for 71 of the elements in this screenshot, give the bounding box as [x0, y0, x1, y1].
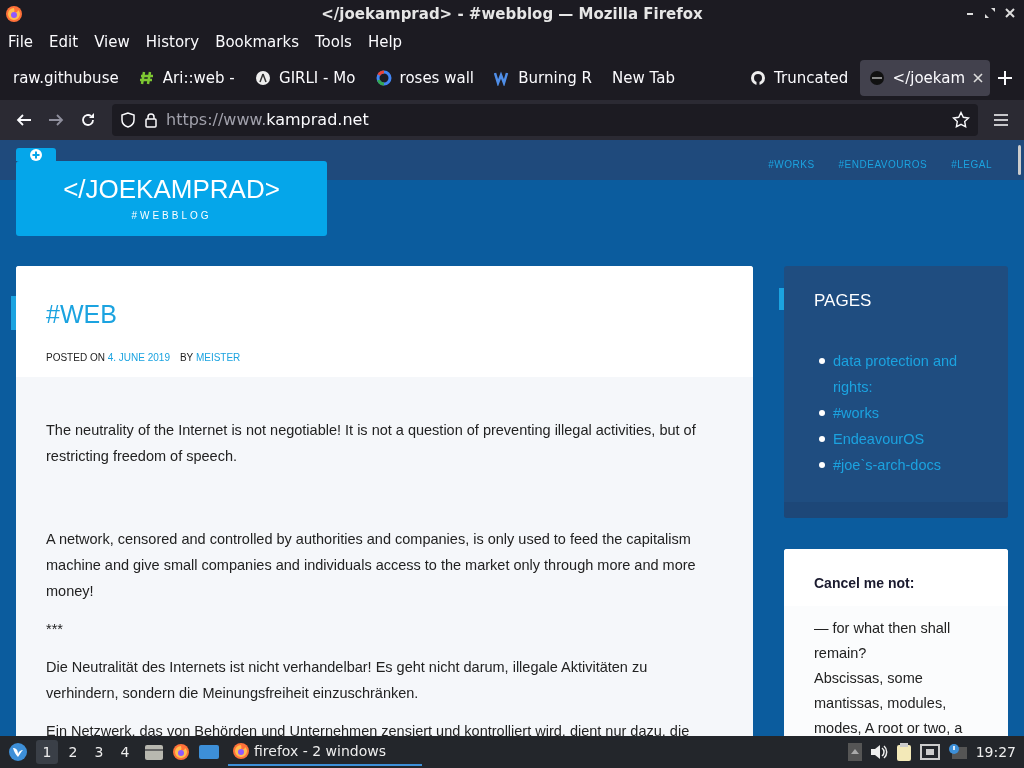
- new-tab-icon[interactable]: [998, 71, 1012, 85]
- back-icon[interactable]: [16, 112, 32, 128]
- firefox-icon: [232, 742, 250, 760]
- browser-tab[interactable]: raw.githubuse: [4, 60, 126, 96]
- browser-tab[interactable]: Burning R: [485, 60, 600, 96]
- scrollbar-thumb[interactable]: [1018, 145, 1021, 175]
- address-bar[interactable]: https://www.kamprad.net: [112, 104, 978, 136]
- file-manager-icon[interactable]: [144, 743, 164, 761]
- widget-title: Cancel me not:: [784, 548, 1008, 606]
- paragraph: A network, censored and controlled by authorities and companies, is only used to feed the capitalism machine and give small companies and individuals access to the market only through more and more money!: [46, 529, 697, 601]
- workspace-button[interactable]: 2: [62, 740, 84, 764]
- browser-tab[interactable]: GIRLI - Mo: [246, 60, 363, 96]
- accent-bar: [11, 296, 16, 330]
- plus-icon[interactable]: [30, 148, 42, 161]
- quote-text: Abscissas, some mantissas, modules, modes, A root or two, a: [814, 668, 964, 736]
- g-logo-icon: [375, 70, 392, 86]
- circle-icon: [868, 70, 885, 86]
- widget-title: PAGES: [813, 290, 873, 312]
- bullet-icon: [819, 435, 825, 442]
- bullet-icon: [819, 461, 825, 468]
- logo-tab[interactable]: [16, 148, 56, 161]
- w-logo-icon: [494, 70, 511, 86]
- shield-icon: [120, 112, 136, 128]
- workspace-button[interactable]: 3: [88, 740, 110, 764]
- close-icon[interactable]: [1004, 7, 1016, 19]
- menu-item[interactable]: Tools: [314, 30, 352, 54]
- clock: 19:27: [975, 742, 1016, 762]
- circle-icon: [255, 70, 271, 86]
- browser-tab[interactable]: Ari::web -: [129, 60, 242, 96]
- volume-icon[interactable]: [869, 744, 888, 760]
- menu-item[interactable]: Help: [367, 30, 403, 54]
- reload-icon[interactable]: [80, 112, 96, 128]
- logo-text: </JOEKAMPRAD>: [63, 174, 280, 204]
- desktop-icon[interactable]: [198, 743, 220, 761]
- star-icon[interactable]: [952, 111, 970, 129]
- post-meta: POSTED ON 4. JUNE 2019 BY MEISTER: [46, 350, 242, 365]
- workspace-button[interactable]: 4: [114, 740, 136, 764]
- menu-item[interactable]: History: [145, 30, 200, 54]
- clipboard-icon[interactable]: [895, 742, 912, 762]
- taskbar-window-button[interactable]: firefox - 2 windows: [228, 738, 422, 766]
- menu-item[interactable]: File: [8, 30, 34, 54]
- notification-icon[interactable]: [947, 743, 968, 761]
- menu-icon[interactable]: [994, 114, 1008, 126]
- quote-text: — for what then shall remain?: [814, 618, 952, 663]
- menu-item[interactable]: Edit: [49, 30, 79, 54]
- paragraph: ***: [46, 619, 64, 639]
- bullet-icon: [819, 357, 825, 364]
- browser-tab[interactable]: roses wall: [366, 60, 482, 96]
- bullet-icon: [819, 409, 825, 416]
- hash-icon: [138, 70, 155, 86]
- network-icon[interactable]: [919, 743, 940, 761]
- tagline: #WEBBLOG: [131, 209, 212, 223]
- maximize-icon[interactable]: [984, 7, 996, 19]
- browser-tab[interactable]: Truncated: [741, 60, 856, 96]
- lock-icon: [144, 112, 158, 128]
- close-icon[interactable]: [973, 73, 983, 83]
- forward-icon[interactable]: [48, 112, 64, 128]
- browser-tab[interactable]: </joekam: [859, 60, 990, 96]
- window-title: </joekamprad> - #webblog — Mozilla Firefox: [321, 3, 703, 25]
- cat-logo-icon: [750, 70, 767, 86]
- paragraph: The neutrality of the Internet is not negotiable! It is not a question of preventing illegal activities, but of restricting freedom of speech.: [46, 420, 697, 466]
- post-title: #WEB: [46, 299, 118, 330]
- firefox-icon: [5, 5, 23, 23]
- menu-item[interactable]: View: [94, 30, 130, 54]
- browser-tab[interactable]: New Tab: [603, 60, 714, 96]
- menu-item[interactable]: Bookmarks: [215, 30, 299, 54]
- start-menu-icon[interactable]: [8, 742, 28, 762]
- workspace-button[interactable]: 1: [36, 740, 58, 764]
- firefox-icon[interactable]: [172, 743, 190, 761]
- accent-bar: [779, 288, 784, 310]
- paragraph: Die Neutralität des Internets ist nicht verhandelbar! Es geht nicht darum, illegale Aktivitäten zu verhindern, sondern die Meinungsfreiheit einzuschränken.: [46, 657, 649, 703]
